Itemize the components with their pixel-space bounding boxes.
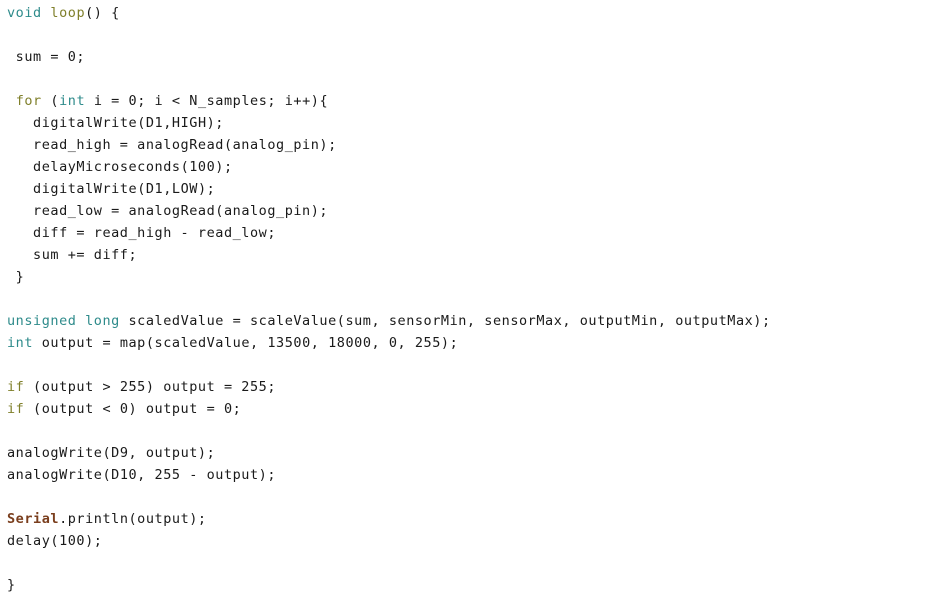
code-line: delayMicroseconds(100); bbox=[7, 156, 233, 178]
code-line: unsigned long scaledValue = scaleValue(s… bbox=[7, 310, 771, 332]
code-line: diff = read_high - read_low; bbox=[7, 222, 276, 244]
code-token-plain: ( bbox=[41, 93, 60, 109]
code-token-plain: } bbox=[7, 577, 16, 593]
code-line: void loop() { bbox=[7, 2, 120, 24]
code-token-function: digitalWrite bbox=[33, 181, 138, 197]
code-token-plain: (D9, output); bbox=[102, 445, 216, 461]
code-line: } bbox=[7, 574, 16, 596]
code-token-plain: (D1, bbox=[137, 181, 172, 197]
code-line: analogWrite(D9, output); bbox=[7, 442, 215, 464]
code-token-plain: read_high = bbox=[7, 137, 138, 153]
code-line: read_low = analogRead(analog_pin); bbox=[7, 200, 328, 222]
code-token-plain: (analog_pin); bbox=[223, 137, 337, 153]
code-token-function: analogWrite bbox=[7, 467, 103, 483]
code-token-keyword: if bbox=[7, 401, 25, 417]
code-token-function: digitalWrite bbox=[33, 115, 138, 131]
code-token-keyword: if bbox=[7, 379, 25, 395]
code-token-function: delay bbox=[7, 533, 51, 549]
code-line: } bbox=[7, 266, 24, 288]
code-token-plain: diff = read_high - read_low; bbox=[7, 225, 277, 241]
code-token-plain: sum = 0; bbox=[7, 49, 86, 65]
code-token-type: unsigned bbox=[7, 313, 77, 329]
code-token-plain: sum += diff; bbox=[7, 247, 138, 263]
code-line: if (output < 0) output = 0; bbox=[7, 398, 241, 420]
code-token-function: analogWrite bbox=[7, 445, 103, 461]
code-line: sum = 0; bbox=[7, 46, 85, 68]
code-token-plain: ); bbox=[197, 181, 216, 197]
code-token-function: map bbox=[119, 335, 146, 351]
code-token-plain: i = 0; i < N_samples; i++){ bbox=[85, 93, 329, 109]
code-token-function: .println bbox=[59, 511, 129, 527]
code-token-type: void bbox=[7, 5, 42, 21]
code-line: Serial.println(output); bbox=[7, 508, 207, 530]
code-token-function: analogRead bbox=[137, 137, 224, 153]
code-line: sum += diff; bbox=[7, 244, 137, 266]
code-token-plain: scaledValue = scaleValue(sum, sensorMin,… bbox=[119, 313, 771, 329]
code-listing[interactable]: void loop() { sum = 0; for (int i = 0; i… bbox=[0, 0, 926, 595]
code-token-plain: (output); bbox=[128, 511, 207, 527]
code-token-plain: (output > 255) output = 255; bbox=[24, 379, 277, 395]
code-token-plain: (analog_pin); bbox=[215, 203, 329, 219]
code-token-plain: (100); bbox=[50, 533, 103, 549]
code-token-function: analogRead bbox=[128, 203, 216, 219]
code-token-constant: LOW bbox=[171, 181, 198, 197]
code-token-constant: HIGH bbox=[171, 115, 207, 131]
code-token-plain: (D10, 255 - output); bbox=[102, 467, 277, 483]
code-line: if (output > 255) output = 255; bbox=[7, 376, 276, 398]
code-token-function: delayMicroseconds bbox=[33, 159, 181, 175]
code-token-keyword: loop bbox=[50, 5, 86, 21]
code-token-plain: read_low = bbox=[7, 203, 129, 219]
code-token-class: Serial bbox=[7, 511, 60, 527]
code-line: digitalWrite(D1,HIGH); bbox=[7, 112, 224, 134]
code-token-plain: } bbox=[7, 269, 25, 285]
code-token-type: long bbox=[85, 313, 120, 329]
code-token-plain: () { bbox=[85, 5, 120, 21]
code-token-plain: (output < 0) output = 0; bbox=[24, 401, 242, 417]
code-line: analogWrite(D10, 255 - output); bbox=[7, 464, 276, 486]
code-token-keyword: for bbox=[15, 93, 42, 109]
code-token-plain: output = bbox=[33, 335, 120, 351]
code-line: for (int i = 0; i < N_samples; i++){ bbox=[7, 90, 328, 112]
code-token-plain: (D1, bbox=[137, 115, 172, 131]
code-token-plain: (100); bbox=[180, 159, 233, 175]
code-line: delay(100); bbox=[7, 530, 102, 552]
code-line: digitalWrite(D1,LOW); bbox=[7, 178, 215, 200]
code-token-plain: ); bbox=[206, 115, 224, 131]
code-token-type: int bbox=[7, 335, 34, 351]
code-line: int output = map(scaledValue, 13500, 180… bbox=[7, 332, 458, 354]
code-token-type: int bbox=[59, 93, 86, 109]
code-token-plain: (scaledValue, 13500, 18000, 0, 255); bbox=[145, 335, 459, 351]
code-line: read_high = analogRead(analog_pin); bbox=[7, 134, 337, 156]
